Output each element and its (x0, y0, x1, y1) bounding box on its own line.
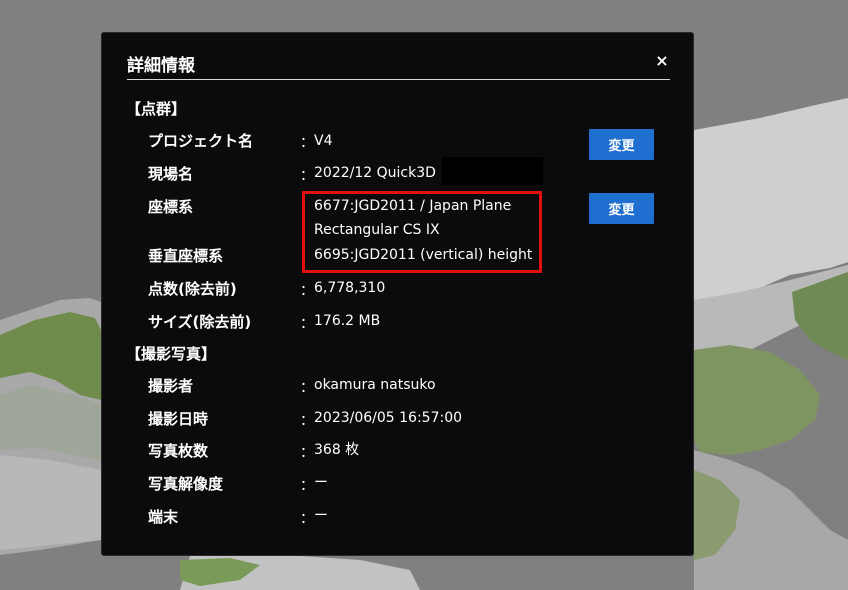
value-datetime: 2023/06/05 16:57:00 (314, 410, 463, 426)
title-divider (127, 79, 670, 80)
colon: ： (300, 135, 314, 151)
label-photo-count: 写真枚数 (148, 442, 209, 460)
section-point-cloud: 【点群】 (126, 100, 187, 118)
value-size: 176.2 MB (314, 313, 381, 329)
redaction-box (442, 157, 543, 185)
label-site-name: 現場名 (148, 165, 194, 183)
label-resolution: 写真解像度 (148, 475, 224, 493)
colon: ： (300, 168, 314, 184)
colon: ： (300, 316, 314, 332)
section-photos: 【撮影写真】 (126, 345, 217, 363)
colon: ： (300, 413, 314, 429)
colon: ： (300, 511, 314, 527)
label-size: サイズ(除去前) (148, 313, 252, 331)
label-datetime: 撮影日時 (148, 410, 209, 428)
dialog-title: 詳細情報 (127, 56, 195, 76)
label-photographer: 撮影者 (148, 377, 194, 395)
label-project-name: プロジェクト名 (148, 132, 254, 150)
value-photo-count: 368 枚 (314, 442, 360, 458)
colon: ： (300, 283, 314, 299)
value-device: ー (314, 508, 328, 524)
colon: ： (300, 478, 314, 494)
label-device: 端末 (148, 508, 179, 526)
value-project-name: V4 (314, 133, 333, 149)
change-project-button[interactable]: 変更 (589, 129, 654, 160)
label-coordinate-system: 座標系 (148, 198, 194, 216)
value-photographer: okamura natsuko (314, 377, 436, 393)
value-resolution: ー (314, 475, 328, 491)
details-dialog: 詳細情報 × 【点群】 プロジェクト名 ： V4 変更 現場名 ： 2022/1… (101, 32, 694, 556)
change-coordinate-button[interactable]: 変更 (589, 193, 654, 224)
label-point-count: 点数(除去前) (148, 280, 237, 298)
highlight-box (302, 191, 542, 273)
colon: ： (300, 445, 314, 461)
value-site-name: 2022/12 Quick3D (314, 165, 436, 181)
label-vertical-system: 垂直座標系 (148, 247, 224, 265)
colon: ： (300, 380, 314, 396)
close-icon[interactable]: × (654, 51, 670, 71)
value-point-count: 6,778,310 (314, 280, 386, 296)
